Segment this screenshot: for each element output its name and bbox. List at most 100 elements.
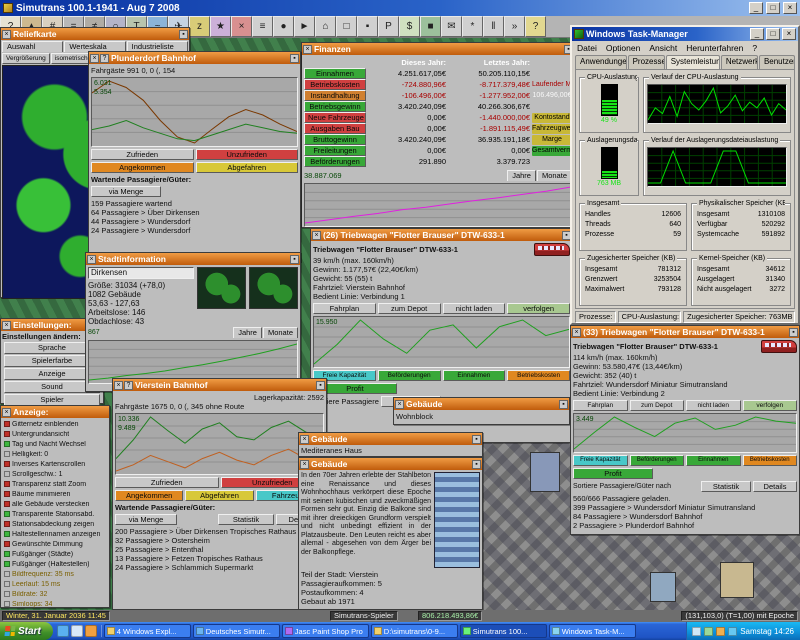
vehicle-action-button[interactable]: nicht laden bbox=[686, 400, 741, 411]
details-button[interactable]: Details bbox=[753, 481, 797, 492]
display-option[interactable]: Helligkeit: 0 bbox=[2, 449, 108, 459]
finance-category-button[interactable]: Bruttogewinn bbox=[304, 134, 366, 145]
sticky-pin-icon[interactable]: ▪ bbox=[179, 30, 188, 39]
chart-period-tab[interactable]: Jahre bbox=[507, 170, 536, 181]
display-option[interactable]: Bildfrequenz: 35 ms bbox=[2, 569, 108, 579]
clock[interactable]: Samstag 14:26 bbox=[740, 627, 794, 636]
sticky-pin-icon[interactable]: ▪ bbox=[559, 400, 568, 409]
finance-category-button[interactable]: Beförderungen bbox=[304, 156, 366, 167]
quick-launch-desktop-icon[interactable] bbox=[71, 625, 83, 637]
tray-antivirus-icon[interactable] bbox=[716, 627, 725, 636]
finance-extra[interactable]: Gesamtvermögen bbox=[532, 146, 572, 156]
station-stat-button[interactable]: Zufrieden bbox=[91, 149, 194, 160]
close-icon[interactable]: × bbox=[312, 231, 321, 240]
station-stat-button[interactable]: Abgefahren bbox=[196, 162, 299, 173]
finance-category-button[interactable]: Einnahmen bbox=[304, 68, 366, 79]
help-icon[interactable]: ? bbox=[525, 16, 546, 37]
vehicle-stat-button[interactable]: Einnahmen bbox=[443, 370, 506, 381]
station-stat-button[interactable]: Unzufrieden bbox=[196, 149, 299, 160]
taskbar-task-button[interactable]: 4 Windows Expl... bbox=[104, 624, 191, 638]
taskbar-task-button[interactable]: Windows Task-M... bbox=[549, 624, 636, 638]
city-minimap[interactable] bbox=[249, 267, 298, 309]
vehicle-action-button[interactable]: zum Depot bbox=[630, 400, 685, 411]
map-tab[interactable]: Auswahl bbox=[2, 41, 63, 52]
display-option[interactable]: Transparente Stationsabd. bbox=[2, 509, 108, 519]
display-option[interactable]: Stationsabdeckung zeigen bbox=[2, 519, 108, 529]
vehicle-stat-button[interactable]: Betriebskosten bbox=[507, 370, 570, 381]
window-titlebar[interactable]: Windows Task-Manager _ □ × bbox=[572, 27, 798, 41]
finance-category-button[interactable]: Betriebskosten bbox=[304, 79, 366, 90]
vehicle-action-button[interactable]: zum Depot bbox=[378, 303, 441, 314]
close-icon[interactable]: × bbox=[300, 460, 309, 469]
finance-extra[interactable]: Kontostand bbox=[532, 113, 572, 123]
station-stat-button[interactable]: Zufrieden bbox=[115, 477, 219, 488]
window-titlebar[interactable]: × Reliefkarte ▪ bbox=[1, 28, 189, 40]
display-option[interactable]: alle Gebäude verstecken bbox=[2, 499, 108, 509]
window-titlebar[interactable]: × Stadtinformation ▪ bbox=[86, 253, 300, 265]
powerline-tool-icon[interactable]: z bbox=[189, 16, 210, 37]
finance-extra[interactable]: Fahrzeugwert bbox=[532, 124, 572, 134]
chart-period-tab[interactable]: Monate bbox=[537, 170, 572, 181]
display-option[interactable]: Fußgänger (Städte) bbox=[2, 549, 108, 559]
station-stat-button[interactable]: Angekommen bbox=[91, 162, 194, 173]
messages-icon[interactable]: ✉ bbox=[441, 16, 462, 37]
close-icon[interactable]: × bbox=[2, 30, 11, 39]
finance-extra[interactable]: Marge bbox=[532, 135, 572, 145]
sort-via-menge-button[interactable]: via Menge bbox=[115, 514, 177, 525]
line-management-icon[interactable]: ≡ bbox=[252, 16, 273, 37]
finance-extra[interactable]: 106.496,00€ bbox=[532, 91, 572, 101]
remove-tool-icon[interactable]: × bbox=[231, 16, 252, 37]
station-stat-button[interactable]: Angekommen bbox=[115, 490, 183, 501]
profit-button[interactable]: Profit bbox=[573, 468, 653, 479]
statistik-button[interactable]: Statistik bbox=[218, 514, 274, 525]
menu-item[interactable]: Datei bbox=[577, 43, 597, 53]
close-icon[interactable]: × bbox=[2, 408, 11, 417]
maximize-icon[interactable]: □ bbox=[766, 28, 780, 40]
display-option[interactable]: Bildrate: 32 bbox=[2, 589, 108, 599]
sticky-pin-icon[interactable]: ▪ bbox=[472, 435, 481, 444]
sticky-pin-icon[interactable]: ▪ bbox=[316, 381, 325, 390]
taskmanager-tab[interactable]: Anwendungen bbox=[575, 55, 627, 69]
minimap-icon[interactable]: ■ bbox=[420, 16, 441, 37]
factory-list-icon[interactable]: ▪ bbox=[357, 16, 378, 37]
display-option[interactable]: Gitternetz einblenden bbox=[2, 419, 108, 429]
pause-icon[interactable]: ‖ bbox=[483, 16, 504, 37]
display-option[interactable]: Tag und Nacht Wechsel bbox=[2, 439, 108, 449]
close-icon[interactable]: × bbox=[395, 400, 404, 409]
taskmanager-tab[interactable]: Prozesse bbox=[628, 55, 665, 69]
display-option[interactable]: Bäume minimieren bbox=[2, 489, 108, 499]
taskbar-task-button[interactable]: Jasc Paint Shop Pro bbox=[282, 624, 369, 638]
sort-via-menge-button[interactable]: via Menge bbox=[91, 186, 161, 197]
finance-extra[interactable]: Laufender Monat bbox=[532, 80, 572, 90]
minimize-icon[interactable]: _ bbox=[749, 2, 763, 14]
vehicle-stat-button[interactable]: Einnahmen bbox=[686, 455, 741, 466]
taskbar-task-button[interactable]: Simutrans 100... bbox=[460, 624, 547, 638]
quick-launch-internet-icon[interactable] bbox=[57, 625, 69, 637]
finance-extra[interactable] bbox=[532, 102, 572, 112]
window-titlebar[interactable]: × Anzeige: bbox=[1, 406, 109, 418]
finance-category-button[interactable]: Instandhaltung bbox=[304, 90, 366, 101]
halt-list-icon[interactable]: ● bbox=[273, 16, 294, 37]
city-minimap[interactable] bbox=[197, 267, 246, 309]
town-list-icon[interactable]: ⌂ bbox=[315, 16, 336, 37]
vehicle-list-icon[interactable]: ► bbox=[294, 16, 315, 37]
menu-item[interactable]: Herunterfahren bbox=[686, 43, 743, 53]
vehicle-action-button[interactable]: Fahrplan bbox=[573, 400, 628, 411]
fast-forward-icon[interactable]: » bbox=[504, 16, 525, 37]
map-option-button[interactable]: Vergrößerung bbox=[2, 53, 50, 64]
display-option[interactable]: Leerlauf: 15 ms bbox=[2, 579, 108, 589]
sticky-pin-icon[interactable]: ▪ bbox=[789, 328, 798, 337]
chart-period-tab[interactable]: Monate bbox=[263, 327, 298, 338]
station-stat-button[interactable]: Abgefahren bbox=[185, 490, 253, 501]
menu-item[interactable]: Optionen bbox=[606, 43, 641, 53]
building[interactable] bbox=[720, 562, 754, 598]
finance-category-button[interactable]: Betriebsgewinn bbox=[304, 101, 366, 112]
vehicle-stat-button[interactable]: Beförderungen bbox=[630, 455, 685, 466]
window-titlebar[interactable]: × (26) Triebwagen "Flotter Brauser" DTW-… bbox=[311, 229, 572, 241]
maximize-icon[interactable]: □ bbox=[766, 2, 780, 14]
finance-extra[interactable] bbox=[532, 69, 572, 79]
window-titlebar[interactable]: × ? Vierstein Bahnhof ▪ bbox=[113, 379, 326, 391]
sticky-pin-icon[interactable]: ▪ bbox=[472, 460, 481, 469]
display-option[interactable]: Untergrundansicht bbox=[2, 429, 108, 439]
close-icon[interactable]: × bbox=[783, 2, 797, 14]
